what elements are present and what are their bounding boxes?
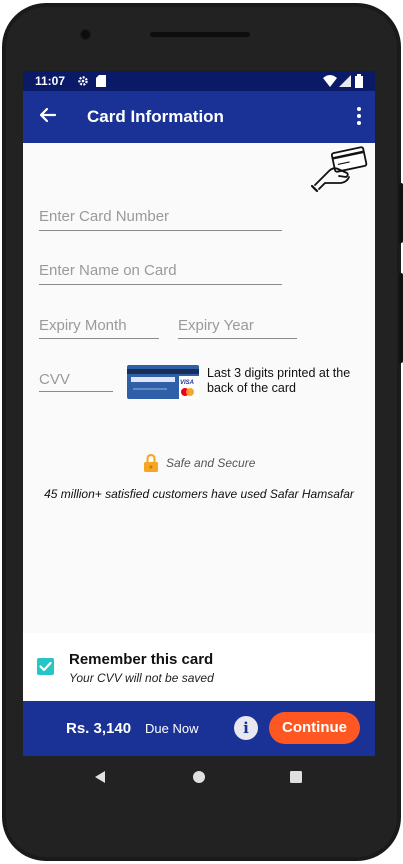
status-bar: 11:07 — [23, 71, 375, 91]
card-payment-illustration-icon — [311, 146, 368, 193]
safe-and-secure-label: Safe and Secure — [166, 456, 256, 470]
expiry-year-field[interactable]: Expiry Year — [178, 317, 254, 334]
nav-recents-icon[interactable] — [289, 770, 303, 784]
volume-button — [399, 273, 403, 363]
front-camera — [80, 29, 91, 40]
payment-bottom-bar: Rs. 3,140 Due Now i Continue — [23, 701, 375, 756]
signal-icon — [339, 75, 351, 87]
back-arrow-icon[interactable] — [37, 105, 57, 125]
expiry-month-field[interactable]: Expiry Month — [39, 317, 127, 334]
remember-card-checkbox[interactable] — [37, 658, 54, 675]
gear-icon — [78, 76, 88, 86]
continue-button[interactable]: Continue — [269, 712, 360, 744]
name-on-card-underline — [39, 284, 282, 285]
cvv-underline — [39, 391, 113, 392]
nav-home-icon[interactable] — [192, 770, 206, 784]
nav-back-icon[interactable] — [93, 770, 107, 784]
status-time: 11:07 — [35, 74, 66, 88]
earpiece — [150, 32, 250, 37]
info-icon[interactable]: i — [234, 716, 258, 740]
due-now-label: Due Now — [145, 721, 199, 736]
cvv-field[interactable]: CVV — [39, 371, 70, 388]
page-title: Card Information — [87, 107, 224, 126]
power-button — [399, 183, 403, 243]
expiry-month-underline — [39, 338, 159, 339]
lock-icon — [144, 454, 158, 472]
card-number-field[interactable]: Enter Card Number — [39, 208, 169, 225]
card-back-image: VISA — [127, 365, 199, 399]
battery-icon — [355, 74, 363, 88]
more-vert-icon[interactable] — [355, 105, 363, 127]
system-nav-bar — [23, 756, 375, 796]
screen: 11:07 Card Information Enter Card Number… — [23, 71, 375, 756]
remember-card-title: Remember this card — [69, 651, 214, 668]
customers-trust-text: 45 million+ satisfied customers have use… — [44, 487, 354, 501]
sd-card-icon — [96, 75, 106, 87]
card-brand-label: VISA — [180, 380, 194, 386]
app-bar: Card Information — [23, 91, 375, 143]
card-number-underline — [39, 230, 282, 231]
checkmark-icon — [39, 661, 52, 672]
name-on-card-field[interactable]: Enter Name on Card — [39, 262, 177, 279]
amount-due: Rs. 3,140 — [66, 720, 132, 737]
wifi-icon — [323, 75, 337, 87]
remember-card-section: Remember this card Your CVV will not be … — [23, 633, 375, 701]
expiry-year-underline — [178, 338, 297, 339]
remember-card-subtitle: Your CVV will not be saved — [69, 671, 214, 685]
cvv-hint-text: Last 3 digits printed at the back of the… — [207, 366, 351, 395]
